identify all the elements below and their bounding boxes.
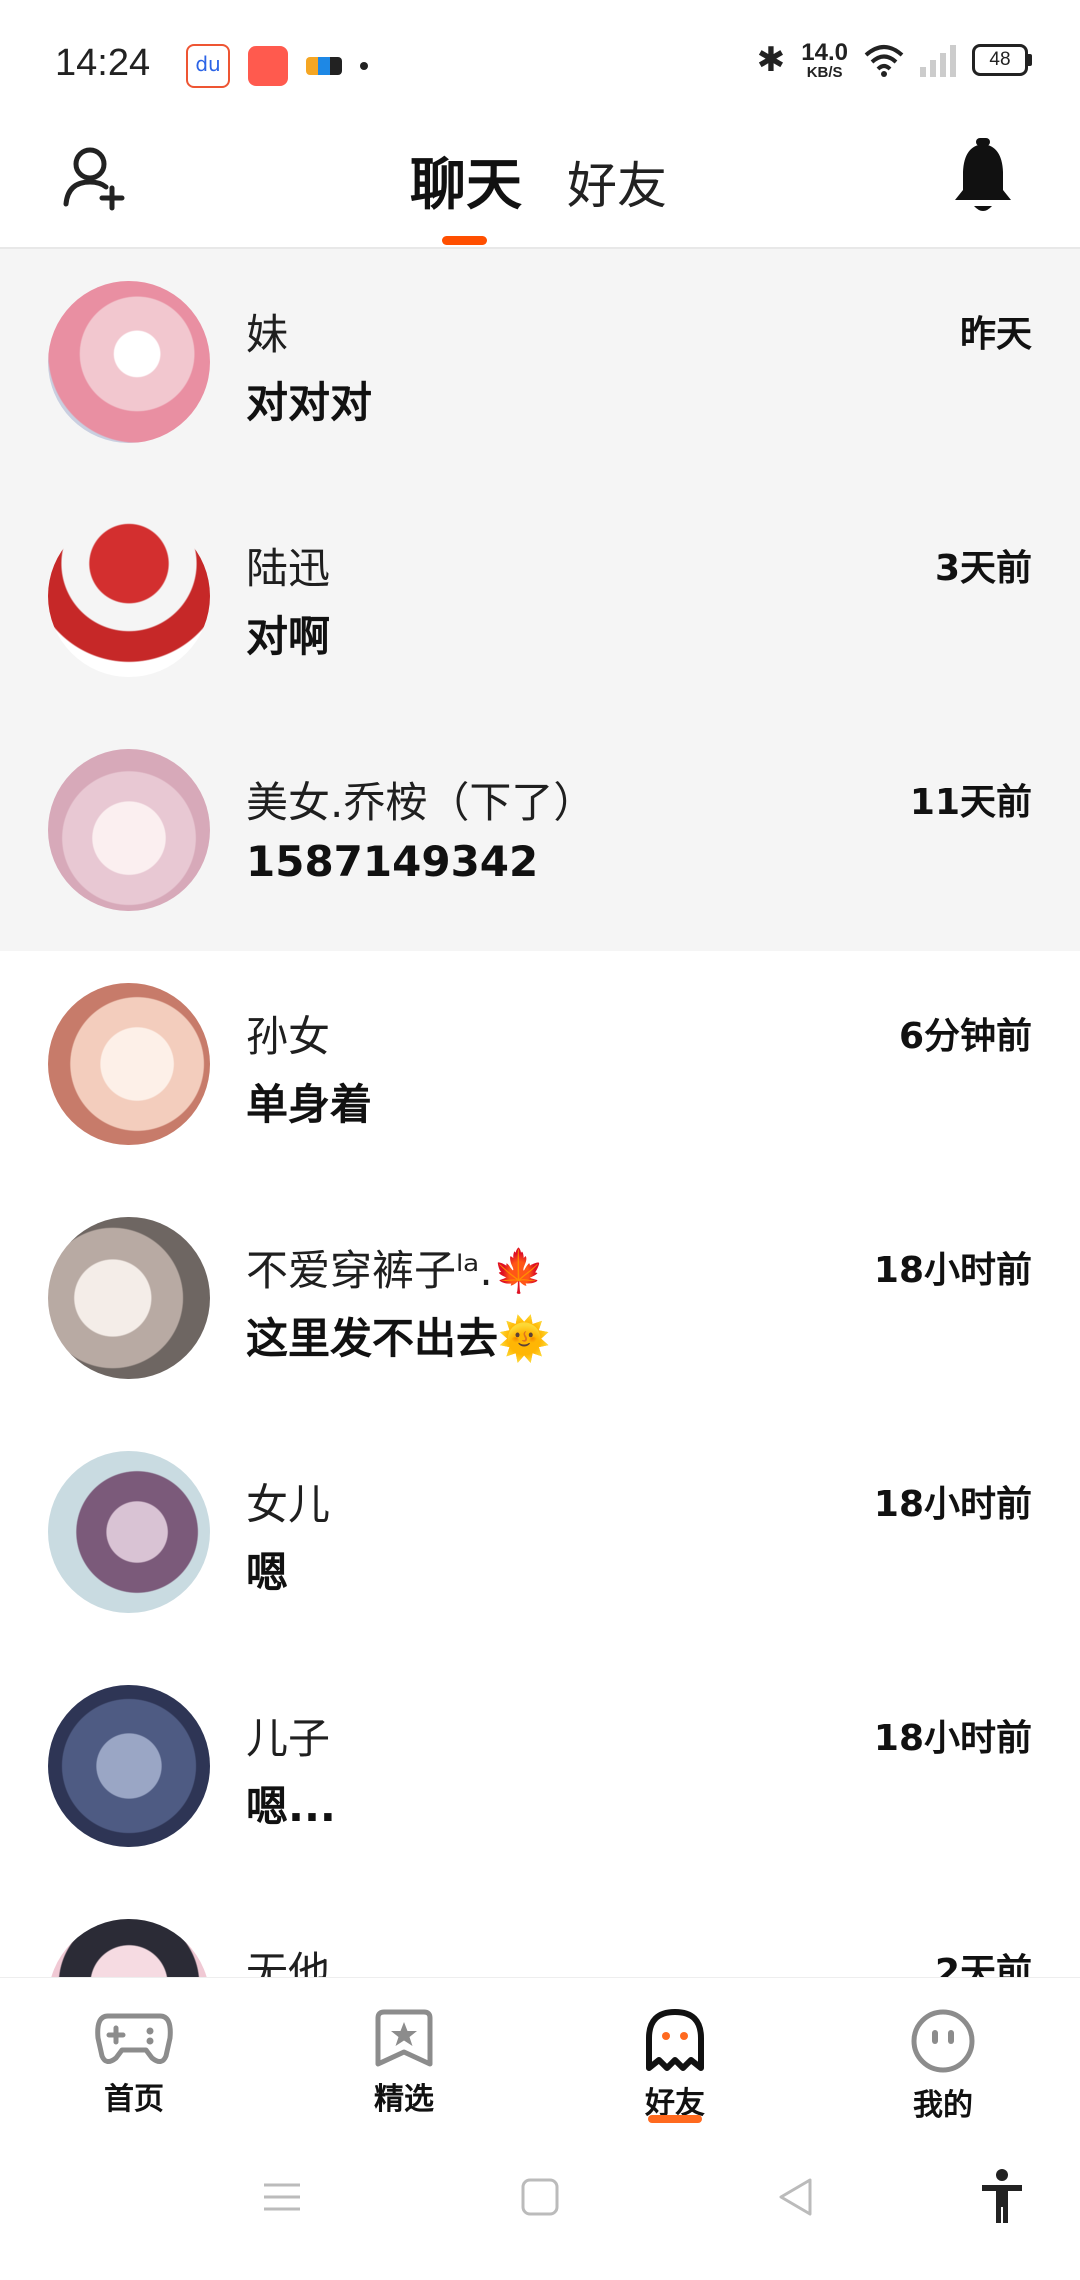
ghost-icon xyxy=(646,2009,704,2071)
avatar xyxy=(48,749,210,911)
home-square-icon[interactable] xyxy=(520,2177,560,2217)
chat-row[interactable]: 不爱穿裤子ˡᵃ.🍁 这里发不出去🌞 18小时前 xyxy=(0,1185,1080,1419)
menu-icon[interactable] xyxy=(262,2177,302,2217)
nav-label: 精选 xyxy=(374,2082,434,2117)
chat-row[interactable]: 妹 对对对 昨天 xyxy=(0,249,1080,483)
chat-time: 18小时前 xyxy=(873,1484,1032,1525)
chat-name: 美女.乔桉（下了） xyxy=(246,778,596,827)
chat-last-message: 嗯... xyxy=(246,1782,336,1831)
chat-row[interactable]: 女儿 嗯 18小时前 xyxy=(0,1419,1080,1653)
avatar xyxy=(48,1685,210,1847)
chat-last-message: 对对对 xyxy=(246,378,373,427)
chat-name: 孙女 xyxy=(246,1012,331,1061)
wifi-icon xyxy=(864,45,904,77)
chat-time: 18小时前 xyxy=(873,1718,1032,1759)
chat-last-message: 1587149342 xyxy=(246,837,539,886)
active-tab-indicator xyxy=(442,236,487,245)
accessibility-icon[interactable] xyxy=(980,2169,1024,2225)
top-header: 聊天 好友 xyxy=(0,132,1080,249)
chat-name: 不爱穿裤子ˡᵃ.🍁 xyxy=(246,1246,546,1295)
network-speed: 14.0 KB/S xyxy=(801,38,848,81)
signal-icon xyxy=(920,43,956,77)
chat-time: 11天前 xyxy=(909,782,1032,823)
baidu-icon: du xyxy=(186,44,230,88)
chat-row[interactable]: 美女.乔桉（下了） 1587149342 11天前 xyxy=(0,717,1080,951)
avatar xyxy=(48,281,210,443)
notification-icons: du xyxy=(186,44,368,88)
avatar xyxy=(48,1919,210,1977)
nav-label: 首页 xyxy=(104,2082,164,2117)
battery-icon: 48 xyxy=(972,44,1032,76)
bottom-nav: 首页 精选 好友 我的 xyxy=(0,1977,1080,2128)
nav-featured[interactable]: 精选 xyxy=(334,2008,474,2118)
chat-time: 3天前 xyxy=(934,548,1032,589)
gamepad-icon xyxy=(95,2013,173,2064)
avatar xyxy=(48,1217,210,1379)
nav-label: 我的 xyxy=(913,2088,973,2123)
network-speed-value: 14.0 xyxy=(801,38,848,66)
smiley-icon xyxy=(911,2009,975,2073)
chat-last-message: 单身着 xyxy=(246,1080,373,1129)
kuaishou-icon xyxy=(248,46,288,86)
network-speed-unit: KB/S xyxy=(806,63,843,81)
chat-name: 妹 xyxy=(246,310,289,359)
chat-last-message: 这里发不出去🌞 xyxy=(246,1314,551,1363)
chat-row[interactable]: 陆迅 对啊 3天前 xyxy=(0,483,1080,717)
back-triangle-icon[interactable] xyxy=(776,2177,816,2217)
tab-chat[interactable]: 聊天 xyxy=(410,140,522,221)
chat-last-message: 嗯 xyxy=(246,1548,289,1597)
chat-list: 妹 对对对 昨天 陆迅 对啊 3天前 美女.乔桉（下了） 1587149342 … xyxy=(0,249,1080,1977)
chat-last-message: 对啊 xyxy=(246,612,331,661)
chat-time: 昨天 xyxy=(959,314,1032,355)
nav-friends[interactable]: 好友 xyxy=(605,2008,745,2123)
avatar xyxy=(48,1451,210,1613)
battery-level: 48 xyxy=(989,49,1011,70)
star-bookmark-icon xyxy=(375,2009,433,2067)
bluetooth-icon: ✱ xyxy=(756,40,786,80)
status-right: ✱ 14.0 KB/S 48 xyxy=(756,38,1032,81)
chat-time: 18小时前 xyxy=(873,1250,1032,1291)
system-nav xyxy=(0,2127,1080,2280)
pay-icon xyxy=(306,57,342,75)
chat-time: 2天前 xyxy=(934,1952,1032,1977)
chat-name: 女儿 xyxy=(246,1480,331,1529)
tab-friends[interactable]: 好友 xyxy=(567,146,667,218)
chat-row[interactable]: 儿子 嗯... 18小时前 xyxy=(0,1653,1080,1887)
chat-row[interactable]: 无他 2天前 xyxy=(0,1887,1080,1977)
status-time: 14:24 xyxy=(55,42,151,84)
bell-icon[interactable] xyxy=(950,138,1016,218)
nav-mine[interactable]: 我的 xyxy=(873,2008,1013,2124)
chat-time: 6分钟前 xyxy=(898,1016,1032,1057)
chat-name: 无他 xyxy=(246,1948,331,1977)
add-friend-icon[interactable] xyxy=(60,142,130,212)
more-dot-icon xyxy=(360,62,368,70)
avatar xyxy=(48,515,210,677)
nav-home[interactable]: 首页 xyxy=(64,2008,204,2118)
avatar xyxy=(48,983,210,1145)
chat-row[interactable]: 孙女 单身着 6分钟前 xyxy=(0,951,1080,1185)
active-nav-underline xyxy=(648,2115,702,2123)
status-bar: 14:24 du ✱ 14.0 KB/S 48 xyxy=(0,0,1080,132)
chat-name: 儿子 xyxy=(246,1714,331,1763)
chat-name: 陆迅 xyxy=(246,544,331,593)
